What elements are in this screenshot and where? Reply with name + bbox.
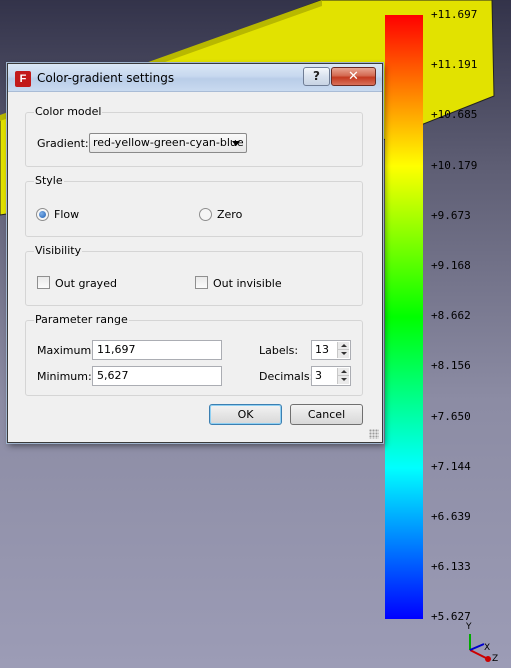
labels-spin-buttons [337,342,349,358]
chevron-down-icon [232,141,240,146]
minimum-input[interactable]: 5,627 [92,366,222,386]
parameter-range-title: Parameter range [34,313,129,326]
x-axis-label: X [484,643,491,653]
maximum-input[interactable]: 11,697 [92,340,222,360]
resize-grip-icon[interactable] [369,429,379,439]
color-model-group: Color model Gradient: red-yellow-green-c… [25,105,363,167]
legend-tick-label: +10.685 [431,108,478,122]
legend-tick-label: +11.697 [431,8,478,21]
style-group: Style Flow Zero [25,174,363,237]
legend-tick-label: +7.650 [431,409,471,423]
close-button[interactable]: ✕ [331,67,376,86]
out-invisible-checkbox[interactable] [195,276,208,289]
decimals-value: 3 [315,369,322,382]
dialog-titlebar[interactable]: F Color-gradient settings ? ✕ [8,64,382,92]
legend-tick-label: +7.144 [431,459,471,473]
axis-triad: Y X Z [458,622,508,666]
spin-up-icon[interactable] [338,342,349,350]
parameter-range-group: Parameter range Maximum: 11,697 Minimum:… [25,313,363,396]
decimals-spin-buttons [337,368,349,384]
labels-spinbox[interactable]: 13 [311,340,351,360]
visibility-group: Visibility Out grayed Out invisible [25,244,363,306]
legend-tick-label: +8.662 [431,309,471,323]
minimum-label: Minimum: [37,370,92,383]
help-button[interactable]: ? [303,67,330,86]
legend-tick-label: +8.156 [431,359,471,373]
zero-radio[interactable] [199,208,212,221]
gradient-label: Gradient: [37,137,89,150]
y-axis-label: Y [466,622,472,632]
out-grayed-label[interactable]: Out grayed [55,277,117,290]
color-legend-bar [385,15,423,619]
flow-label[interactable]: Flow [54,208,79,221]
ok-button[interactable]: OK [209,404,282,425]
style-title: Style [34,174,64,187]
labels-label: Labels: [259,344,299,357]
spin-up-icon[interactable] [338,368,349,376]
out-invisible-label[interactable]: Out invisible [213,277,282,290]
cancel-button[interactable]: Cancel [290,404,363,425]
decimals-label: Decimals: [259,370,314,383]
labels-value: 13 [315,343,329,356]
decimals-spinbox[interactable]: 3 [311,366,351,386]
gradient-select-value: red-yellow-green-cyan-blue [93,136,244,149]
legend-tick-label: +6.639 [431,510,471,523]
spin-down-icon[interactable] [338,376,349,384]
legend-tick-label: +10.179 [431,158,478,172]
freecad-icon: F [15,71,31,87]
color-model-title: Color model [34,105,103,118]
color-gradient-dialog: F Color-gradient settings ? ✕ Color mode… [7,63,383,443]
legend-tick-label: +9.168 [431,259,471,272]
dialog-title: Color-gradient settings [37,71,175,85]
gradient-select[interactable]: red-yellow-green-cyan-blue [89,133,247,153]
legend-tick-label: +11.191 [431,58,478,72]
flow-radio[interactable] [36,208,49,221]
z-axis-label: Z [492,654,499,664]
zero-label[interactable]: Zero [217,208,242,221]
out-grayed-checkbox[interactable] [37,276,50,289]
spin-down-icon[interactable] [338,350,349,358]
visibility-title: Visibility [34,244,83,257]
maximum-label: Maximum: [37,344,95,357]
legend-tick-label: +6.133 [431,560,471,574]
legend-tick-label: +9.673 [431,208,471,222]
